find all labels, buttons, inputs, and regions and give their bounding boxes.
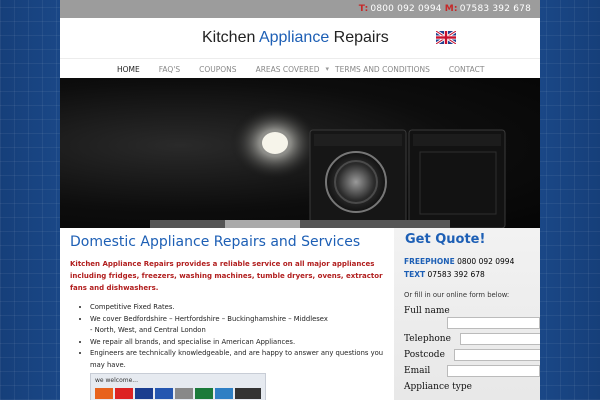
- list-item: Competitive Fixed Rates.: [90, 302, 388, 314]
- list-item: We cover Bedfordshire – Hertfordshire – …: [90, 314, 388, 337]
- text-number[interactable]: 07583 392 678: [428, 270, 485, 279]
- top-contact-bar: T: 0800 092 0994 M: 07583 392 678: [60, 0, 540, 18]
- form-row-email: Email: [404, 363, 540, 379]
- topbar-mobile-number[interactable]: 07583 392 678: [460, 4, 531, 14]
- page-title: Domestic Appliance Repairs and Services: [70, 234, 361, 250]
- freephone-line: FREEPHONE 0800 092 0994: [404, 255, 540, 268]
- freephone-label: FREEPHONE: [404, 257, 455, 266]
- uk-flag-icon: [436, 31, 456, 44]
- email-field[interactable]: [447, 365, 540, 377]
- jcb-icon: [195, 388, 213, 399]
- form-row-full-name-input: [404, 315, 540, 331]
- visa-icon: [135, 388, 153, 399]
- content-area: Domestic Appliance Repairs and Services …: [60, 228, 540, 400]
- intro-text: Kitchen Appliance Repairs provides a rel…: [70, 260, 383, 292]
- freephone-number[interactable]: 0800 092 0994: [457, 257, 514, 266]
- list-item: We repair all brands, and specialise in …: [90, 337, 388, 349]
- quote-sidebar: Get Quote! FREEPHONE 0800 092 0994 TEXT …: [394, 228, 540, 400]
- feature-text: We repair all brands, and specialise in …: [90, 337, 296, 346]
- postcode-label: Postcode: [404, 350, 445, 360]
- mastercard-icon: [95, 388, 113, 399]
- topbar-m-label: M:: [444, 4, 458, 14]
- text-line: TEXT 07583 392 678: [404, 268, 540, 281]
- hero-banner: [60, 78, 540, 228]
- feature-text: Competitive Fixed Rates.: [90, 303, 175, 311]
- logo-word-repairs: Repairs: [329, 29, 389, 46]
- card-logo-icon: [235, 388, 261, 399]
- maestro-icon: [115, 388, 133, 399]
- nav-item-terms[interactable]: TERMS AND CONDITIONS: [335, 65, 430, 74]
- form-instructions: Or fill in our online form below:: [404, 291, 510, 299]
- quote-title: Get Quote!: [405, 232, 486, 247]
- hero-slider-pager[interactable]: [150, 220, 450, 228]
- text-label: TEXT: [404, 270, 426, 279]
- nav-item-areas-covered[interactable]: AREAS COVERED: [256, 65, 320, 74]
- main-content: Domestic Appliance Repairs and Services …: [70, 228, 388, 400]
- main-nav: HOME FAQ'S COUPONS AREAS COVERED ▾ TERMS…: [60, 58, 540, 79]
- feature-text: Engineers are technically knowledgeable,…: [90, 349, 384, 369]
- nav-item-faqs[interactable]: FAQ'S: [159, 65, 180, 74]
- form-row-telephone: Telephone: [404, 331, 540, 347]
- postcode-field[interactable]: [453, 349, 540, 361]
- topbar-t-label: T:: [358, 4, 369, 14]
- full-name-field[interactable]: [447, 317, 540, 329]
- nav-item-home[interactable]: HOME: [117, 65, 140, 74]
- appliance-type-label: Appliance type: [404, 382, 472, 392]
- topbar-phone-number[interactable]: 0800 092 0994: [370, 4, 441, 14]
- discover-icon: [175, 388, 193, 399]
- feature-list: Competitive Fixed Rates. We cover Bedfor…: [70, 302, 388, 371]
- logo-word-kitchen: Kitchen: [202, 29, 259, 46]
- telephone-field[interactable]: [459, 333, 540, 345]
- form-row-postcode: Postcode: [404, 347, 540, 363]
- nav-item-contact[interactable]: CONTACT: [449, 65, 485, 74]
- list-item: Engineers are technically knowledgeable,…: [90, 348, 388, 371]
- cards-welcome-text: we welcome...: [95, 377, 138, 384]
- form-row-appliance-type: Appliance type: [404, 379, 540, 395]
- hero-slider-active-indicator[interactable]: [225, 220, 300, 228]
- quote-form: Full name Telephone Postcode Email Appli…: [404, 303, 540, 395]
- hero-appliances-image: [230, 105, 506, 228]
- site-header: Kitchen Appliance Repairs: [60, 18, 540, 58]
- telephone-label: Telephone: [404, 334, 451, 344]
- feature-text: We cover Bedfordshire – Hertfordshire – …: [90, 314, 328, 323]
- chevron-down-icon[interactable]: ▾: [326, 65, 330, 73]
- page-container: T: 0800 092 0994 M: 07583 392 678 Kitche…: [60, 0, 540, 400]
- logo-word-appliance: Appliance: [258, 29, 330, 46]
- site-logo[interactable]: Kitchen Appliance Repairs: [202, 29, 389, 47]
- nav-item-coupons[interactable]: COUPONS: [199, 65, 236, 74]
- email-label: Email: [404, 366, 431, 376]
- full-name-label: Full name: [404, 306, 450, 316]
- payment-cards-banner: we welcome...: [90, 373, 266, 400]
- visa-electron-icon: [155, 388, 173, 399]
- amex-icon: [215, 388, 233, 399]
- feature-subtext: - North, West, and Central London: [90, 326, 206, 334]
